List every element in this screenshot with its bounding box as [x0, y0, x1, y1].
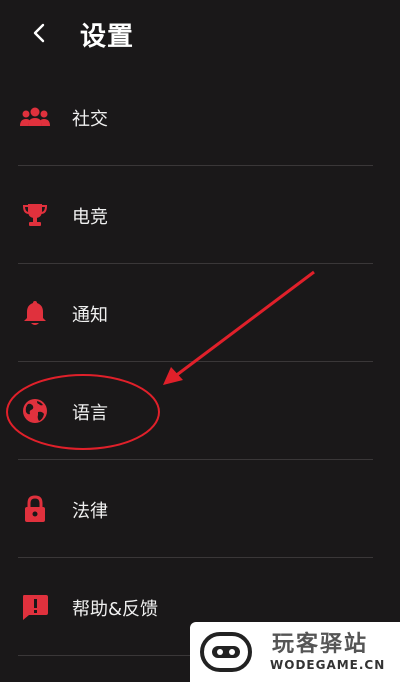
menu-item-social[interactable]: 社交	[0, 68, 400, 166]
menu-item-esports[interactable]: 电竞	[0, 166, 400, 264]
back-button[interactable]	[26, 20, 52, 46]
settings-menu: 社交 电竞 通知 语言 法律 帮助&反馈	[0, 68, 400, 656]
menu-item-legal[interactable]: 法律	[0, 460, 400, 558]
watermark-text-cn: 玩客驿站	[272, 632, 369, 657]
header: 设置	[0, 0, 400, 70]
menu-item-label: 帮助&反馈	[72, 599, 159, 620]
menu-item-label: 语言	[72, 403, 108, 424]
chevron-left-icon	[33, 23, 45, 43]
watermark-text-en: WODEGAME.CN	[270, 658, 386, 672]
menu-item-label: 社交	[72, 109, 108, 130]
trophy-icon	[20, 200, 50, 230]
menu-item-label: 法律	[72, 501, 108, 522]
feedback-icon	[20, 592, 50, 622]
menu-item-label: 电竞	[72, 207, 108, 228]
globe-icon	[20, 396, 50, 426]
people-group-icon	[20, 102, 50, 132]
menu-item-label: 通知	[72, 305, 108, 326]
page-title: 设置	[80, 22, 135, 52]
watermark: 玩客驿站 WODEGAME.CN	[190, 622, 400, 682]
lock-icon	[20, 494, 50, 524]
menu-item-notifications[interactable]: 通知	[0, 264, 400, 362]
bell-icon	[20, 298, 50, 328]
menu-item-language[interactable]: 语言	[0, 362, 400, 460]
watermark-logo	[200, 632, 252, 672]
